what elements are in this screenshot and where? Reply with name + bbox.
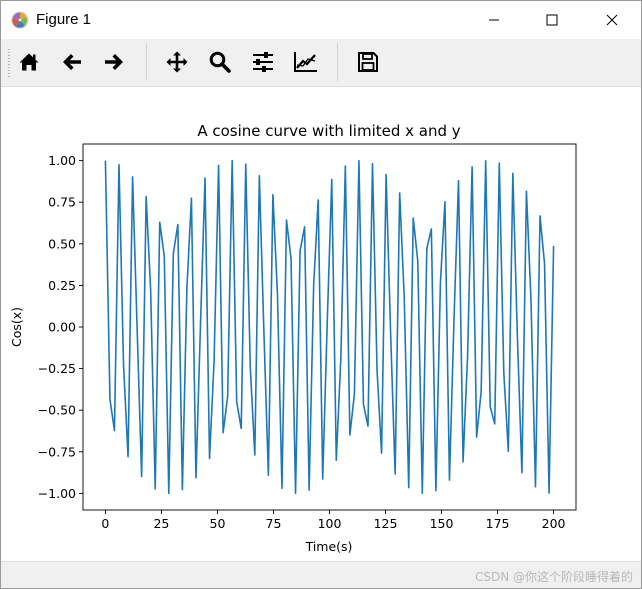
save-button[interactable] (350, 43, 386, 81)
home-button[interactable] (11, 43, 47, 81)
y-tick-label: 0.50 (48, 236, 76, 251)
x-tick-label: 100 (318, 516, 342, 531)
y-tick-label: 0.25 (48, 278, 76, 293)
move-icon (165, 50, 189, 74)
x-tick-label: 175 (486, 516, 510, 531)
edit-axis-button[interactable] (288, 43, 324, 81)
y-tick-label: 1.00 (48, 153, 76, 168)
magnifier-icon (208, 50, 232, 74)
y-tick-label: −0.25 (38, 361, 76, 376)
sliders-icon (251, 50, 275, 74)
x-tick-label: 25 (153, 516, 169, 531)
y-tick-label: −0.75 (38, 444, 76, 459)
x-tick-label: 0 (101, 516, 109, 531)
x-tick-label: 200 (542, 516, 566, 531)
matplotlib-logo-icon (11, 11, 29, 29)
forward-button[interactable] (96, 43, 132, 81)
floppy-disk-icon (356, 50, 380, 74)
toolbar-separator (146, 43, 147, 81)
minimize-button[interactable] (471, 1, 517, 39)
figure-window: Figure 1 A cosine curve with limited x a… (0, 0, 642, 589)
x-tick-label: 50 (210, 516, 226, 531)
y-axis-label: Cos(x) (9, 307, 24, 347)
figure-canvas[interactable]: A cosine curve with limited x and y 0 25 5… (1, 87, 641, 561)
x-tick-label: 150 (430, 516, 454, 531)
status-bar: CSDN @你这个阶段睡得着的 (1, 561, 641, 588)
maximize-button[interactable] (529, 1, 575, 39)
x-axis-label: Time(s) (305, 539, 353, 554)
maximize-icon (546, 14, 558, 26)
configure-subplots-button[interactable] (245, 43, 281, 81)
minimize-icon (488, 14, 500, 26)
line-chart-icon (293, 50, 319, 74)
x-tick-label: 125 (374, 516, 398, 531)
chart-svg: A cosine curve with limited x and y 0 25 5… (9, 122, 577, 554)
arrow-right-icon (102, 50, 126, 74)
x-tick-label: 75 (266, 516, 282, 531)
toolbar-separator (337, 43, 338, 81)
close-icon (606, 14, 618, 26)
chart-title: A cosine curve with limited x and y (197, 122, 460, 140)
pan-button[interactable] (159, 43, 195, 81)
arrow-left-icon (60, 50, 84, 74)
title-bar[interactable]: Figure 1 (1, 1, 641, 39)
window-title: Figure 1 (36, 11, 92, 28)
navigation-toolbar (1, 39, 641, 87)
zoom-button[interactable] (202, 43, 238, 81)
toolbar-grip[interactable] (8, 49, 10, 77)
y-tick-label: 0.75 (48, 195, 76, 210)
back-button[interactable] (54, 43, 90, 81)
close-button[interactable] (589, 1, 635, 39)
y-tick-label: −1.00 (38, 486, 76, 501)
y-tick-label: 0.00 (48, 320, 76, 335)
y-tick-label: −0.50 (38, 403, 76, 418)
watermark-text: CSDN @你这个阶段睡得着的 (474, 570, 633, 584)
home-icon (17, 50, 41, 74)
